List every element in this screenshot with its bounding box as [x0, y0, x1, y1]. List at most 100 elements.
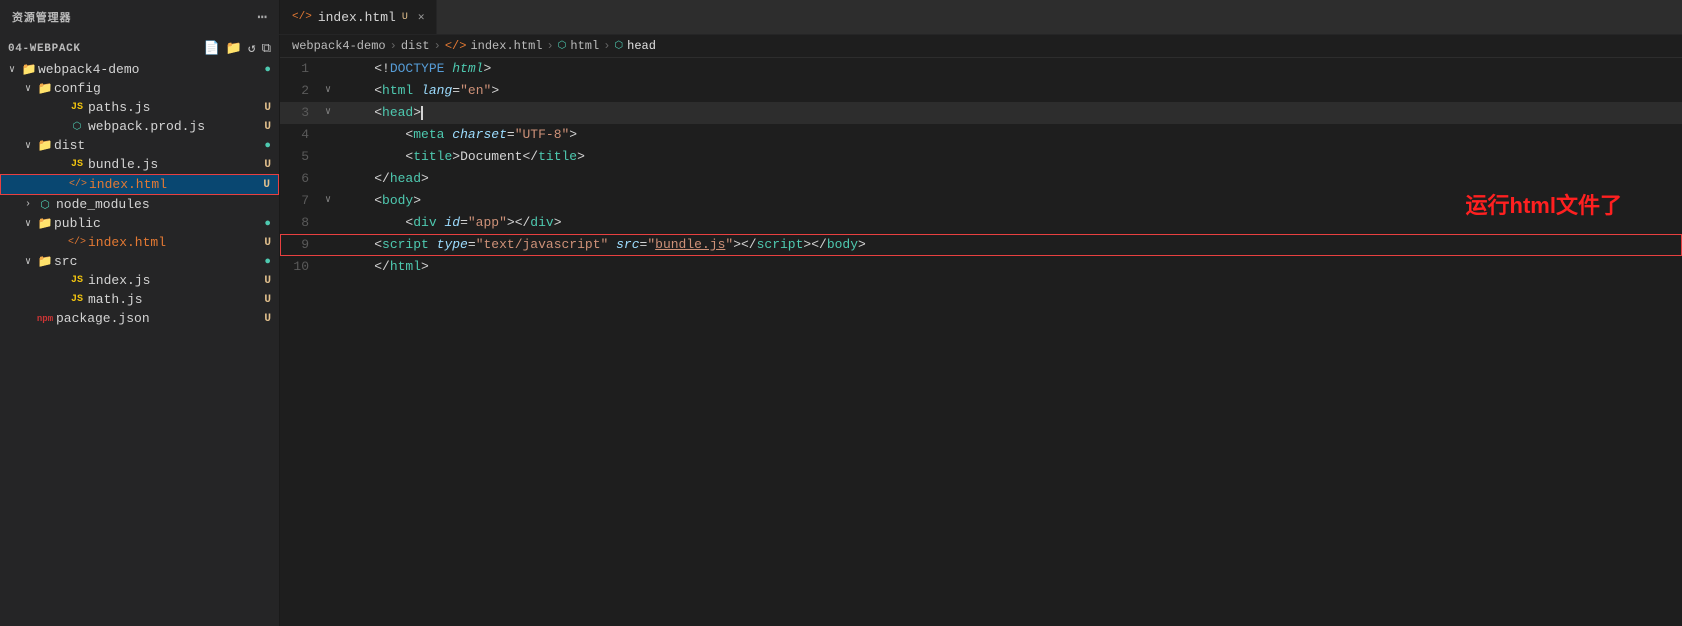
line-content: </html>	[339, 256, 1682, 278]
tree-item-index-html-public[interactable]: </> index.html U	[0, 233, 279, 252]
tree-item-label: src	[54, 254, 264, 269]
line-number: 6	[280, 168, 325, 190]
line-content: <!DOCTYPE html>	[339, 58, 1682, 80]
breadcrumb-dist: dist	[401, 39, 430, 53]
line-content: <script type="text/javascript" src="bund…	[339, 234, 1682, 256]
tree-item-bundle-js[interactable]: JS bundle.js U	[0, 155, 279, 174]
line-content: <head>	[339, 102, 1682, 124]
npm-icon: npm	[36, 314, 54, 324]
tree-item-dist[interactable]: ∨ 📁 dist ●	[0, 136, 279, 155]
tree-badge: U	[264, 294, 271, 306]
tree-item-math-js[interactable]: JS math.js U	[0, 290, 279, 309]
tree-item-src[interactable]: ∨ 📁 src ●	[0, 252, 279, 271]
folder-icon: 📁	[36, 254, 54, 269]
tree-item-label: package.json	[56, 311, 264, 326]
tree-badge: U	[264, 102, 271, 114]
tree-item-paths-js[interactable]: JS paths.js U	[0, 98, 279, 117]
tree-item-config[interactable]: ∨ 📁 config	[0, 79, 279, 98]
tree-item-package-json[interactable]: npm package.json U	[0, 309, 279, 328]
line-number: 5	[280, 146, 325, 168]
js-icon: JS	[68, 102, 86, 113]
tree-item-webpack4-demo[interactable]: ∨ 📁 webpack4-demo ●	[0, 60, 279, 79]
breadcrumb: webpack4-demo › dist › </> index.html › …	[280, 35, 1682, 58]
module-icon: ⬡	[68, 121, 86, 133]
tree-badge: U	[264, 121, 271, 133]
tree-item-label: index.html	[89, 177, 263, 192]
tree-badge: U	[264, 237, 271, 249]
code-line-4: 4 <meta charset="UTF-8">	[280, 124, 1682, 146]
tree-item-index-html-dist[interactable]: </> index.html U	[0, 174, 279, 195]
code-line-3: 3 ∨ <head>	[280, 102, 1682, 124]
tab-bar: 资源管理器 ⋯ </> index.html U ✕	[0, 0, 1682, 35]
line-content: <html lang="en">	[339, 80, 1682, 102]
code-line-2: 2 ∨ <html lang="en">	[280, 80, 1682, 102]
tree-item-label: paths.js	[88, 100, 264, 115]
folder-arrow: ∨	[20, 83, 36, 95]
sidebar: 04-WEBPACK 📄 📁 ↺ ⧉ ∨ 📁 webpack4-demo ● ∨	[0, 35, 280, 626]
line-number: 4	[280, 124, 325, 146]
sidebar-more-icon[interactable]: ⋯	[257, 7, 267, 27]
app-container: 资源管理器 ⋯ </> index.html U ✕ 04-WEBPACK 📄 …	[0, 0, 1682, 626]
folder-icon: 📁	[36, 81, 54, 96]
main-layout: 04-WEBPACK 📄 📁 ↺ ⧉ ∨ 📁 webpack4-demo ● ∨	[0, 35, 1682, 626]
tab-filename: index.html	[318, 10, 396, 25]
tree-item-label: webpack4-demo	[38, 62, 264, 77]
sidebar-title: 资源管理器	[12, 9, 71, 25]
line-content: <title>Document</title>	[339, 146, 1682, 168]
breadcrumb-sep: ›	[434, 39, 441, 53]
line-content: </head>	[339, 168, 1682, 190]
refresh-icon[interactable]: ↺	[248, 41, 256, 56]
tree-item-label: index.js	[88, 273, 264, 288]
breadcrumb-sep: ›	[390, 39, 397, 53]
tree-item-label: node_modules	[56, 197, 279, 212]
code-line-9: 9 <script type="text/javascript" src="bu…	[280, 234, 1682, 256]
new-folder-icon[interactable]: 📁	[226, 41, 242, 56]
breadcrumb-html-icon: </>	[445, 39, 467, 53]
code-line-5: 5 <title>Document</title>	[280, 146, 1682, 168]
code-line-1: 1 <!DOCTYPE html>	[280, 58, 1682, 80]
tree-item-label: index.html	[88, 235, 264, 250]
folder-arrow: ∨	[20, 218, 36, 230]
breadcrumb-sep: ›	[546, 39, 553, 53]
tree-item-node-modules[interactable]: › ⬡ node_modules	[0, 195, 279, 214]
tree-item-label: public	[54, 216, 264, 231]
tab-close-icon[interactable]: ✕	[418, 10, 425, 24]
breadcrumb-head: head	[627, 39, 656, 53]
module-folder-icon: ⬡	[36, 198, 54, 212]
line-number: 8	[280, 212, 325, 234]
tree-badge: ●	[264, 140, 271, 152]
code-editor[interactable]: 运行html文件了 1 <!DOCTYPE html> 2 ∨ <html la…	[280, 58, 1682, 626]
line-content: <meta charset="UTF-8">	[339, 124, 1682, 146]
section-title: 04-WEBPACK	[8, 43, 81, 55]
tree-item-label: webpack.prod.js	[88, 119, 264, 134]
tree-item-label: dist	[54, 138, 264, 153]
js-icon: JS	[68, 159, 86, 170]
new-file-icon[interactable]: 📄	[204, 41, 220, 56]
line-arrow: ∨	[325, 190, 339, 212]
code-line-10: 10 </html>	[280, 256, 1682, 278]
tree-badge: ●	[264, 218, 271, 230]
tree-badge: U	[264, 313, 271, 325]
line-number: 2	[280, 80, 325, 102]
tree-item-label: math.js	[88, 292, 264, 307]
line-arrow: ∨	[325, 80, 339, 102]
code-line-6: 6 </head>	[280, 168, 1682, 190]
tree-item-webpack-prod[interactable]: ⬡ webpack.prod.js U	[0, 117, 279, 136]
line-number: 1	[280, 58, 325, 80]
folder-icon: 📁	[20, 62, 38, 77]
tab-modified-badge: U	[402, 12, 408, 23]
breadcrumb-html-tag-icon: ⬡	[558, 40, 567, 52]
html-icon: </>	[68, 237, 86, 248]
line-number: 7	[280, 190, 325, 212]
tree-badge: U	[263, 179, 270, 191]
tree-badge: ●	[264, 256, 271, 268]
js-icon: JS	[68, 294, 86, 305]
tree-item-label: bundle.js	[88, 157, 264, 172]
editor-tab[interactable]: </> index.html U ✕	[280, 0, 437, 34]
tree-item-index-js[interactable]: JS index.js U	[0, 271, 279, 290]
folder-icon: 📁	[36, 216, 54, 231]
tree-item-public[interactable]: ∨ 📁 public ●	[0, 214, 279, 233]
tree-item-label: config	[54, 81, 279, 96]
tree-badge: U	[264, 275, 271, 287]
collapse-icon[interactable]: ⧉	[262, 41, 271, 56]
